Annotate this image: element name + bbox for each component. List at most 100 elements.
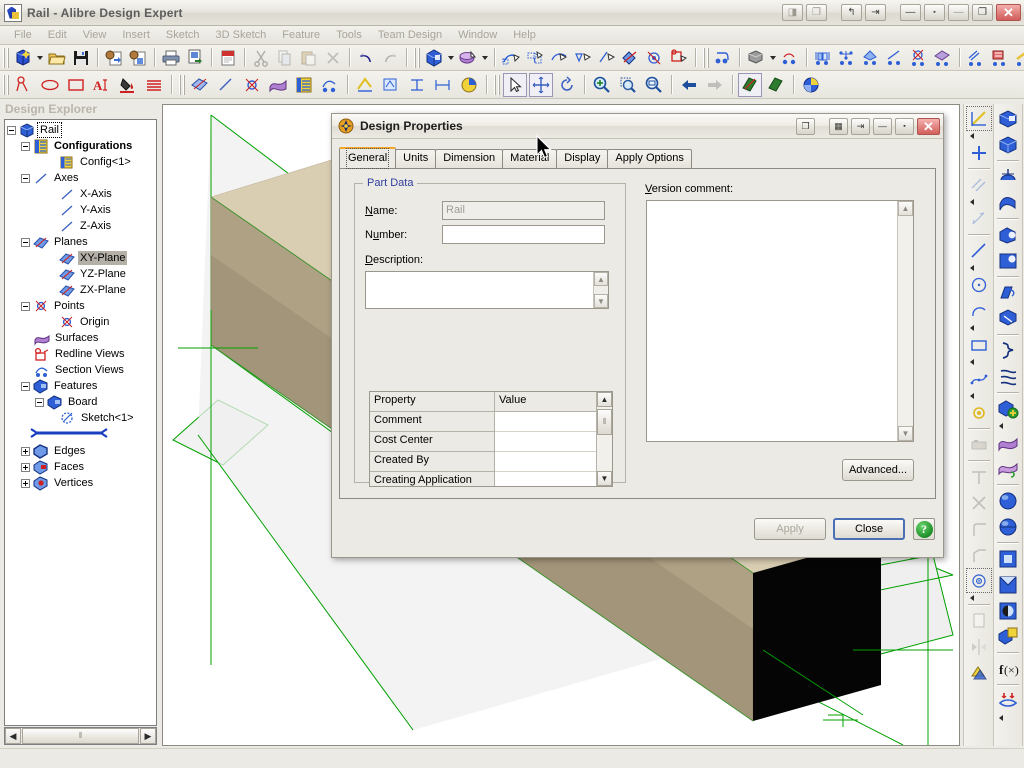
axis-select-icon[interactable] [214, 73, 238, 97]
open-icon[interactable] [46, 47, 68, 69]
mirror-sketch-icon[interactable] [966, 634, 992, 659]
scroll-up-arrow-icon[interactable]: ▲ [898, 201, 913, 216]
close-button[interactable]: ✕ [996, 4, 1021, 21]
section-view-icon[interactable] [318, 73, 342, 97]
design-explorer-tree[interactable]: Rail Configurations Config<1> Axes [4, 119, 157, 726]
tree-item-zx-plane[interactable]: ZX-Plane [7, 282, 156, 298]
sketch-dimension-icon[interactable] [431, 73, 455, 97]
palette-icon[interactable] [966, 432, 992, 457]
dimension-tool-icon[interactable] [966, 464, 992, 489]
maximize-button[interactable]: ❐ [972, 4, 993, 21]
sphere2-icon[interactable] [995, 514, 1021, 539]
menu-file[interactable]: File [6, 27, 40, 44]
chevron-right-icon[interactable] [966, 198, 992, 206]
undo-title-button[interactable]: ↰ [841, 4, 862, 21]
sketch-mode-icon[interactable] [353, 73, 377, 97]
plane-view-icon[interactable] [764, 73, 788, 97]
copy-sketch-icon[interactable] [966, 608, 992, 633]
help-button[interactable]: ? [913, 518, 935, 540]
origin-point-icon[interactable] [966, 400, 992, 425]
tree-item-vertices[interactable]: Vertices [7, 475, 156, 491]
tree-item-axes[interactable]: Axes [7, 170, 156, 186]
print-preview-icon[interactable] [184, 47, 206, 69]
version-comment-text[interactable] [647, 201, 897, 441]
sphere-icon[interactable] [995, 488, 1021, 513]
tree-toggle-features[interactable] [21, 382, 30, 391]
revolve-boss-icon[interactable] [995, 164, 1021, 189]
tree-item-config-1[interactable]: Config<1> [7, 154, 156, 170]
shell-tool-icon[interactable] [995, 248, 1021, 273]
offset-sketch-icon[interactable] [966, 660, 992, 685]
loft-cut-icon[interactable] [620, 47, 642, 69]
draft-icon[interactable] [668, 47, 690, 69]
tree-item-z-axis[interactable]: Z-Axis [7, 218, 156, 234]
split-view-button[interactable]: ◨ [782, 4, 803, 21]
tree-toggle-configurations[interactable] [21, 142, 30, 151]
activate-sketch-icon[interactable] [379, 73, 403, 97]
chevron-right-icon[interactable] [966, 132, 992, 140]
menu-insert[interactable]: Insert [114, 27, 158, 44]
cylinder-icon[interactable] [995, 598, 1021, 623]
number-field[interactable] [442, 225, 605, 244]
save-icon[interactable] [70, 47, 92, 69]
plane-select-icon[interactable] [188, 73, 212, 97]
menu-help[interactable]: Help [505, 27, 544, 44]
line-icon[interactable] [966, 238, 992, 263]
concentric-icon[interactable] [966, 568, 992, 593]
chevron-right-icon[interactable] [966, 392, 992, 400]
table-row[interactable]: Comment [370, 412, 596, 432]
menu-tools[interactable]: Tools [328, 27, 370, 44]
undo-icon[interactable] [355, 47, 377, 69]
box-feature-icon[interactable] [995, 546, 1021, 571]
tree-item-section-views[interactable]: Section Views [7, 362, 156, 378]
tree-item-y-axis[interactable]: Y-Axis [7, 202, 156, 218]
mirror-icon[interactable] [812, 47, 834, 69]
select-arrow-icon[interactable] [503, 73, 527, 97]
tree-toggle-vertices[interactable] [21, 479, 30, 488]
arc-icon[interactable] [966, 298, 992, 323]
tree-item-sketch-1[interactable]: Sketch<1> [7, 410, 156, 426]
description-scrollbar[interactable]: ▲ ▼ [593, 272, 608, 308]
offset-icon[interactable] [965, 47, 987, 69]
pattern-tool-icon[interactable] [995, 306, 1021, 331]
menu-edit[interactable]: Edit [40, 27, 75, 44]
scrollbar-thumb[interactable]: ⦀ [597, 409, 612, 435]
scroll-down-arrow-icon[interactable]: ▼ [594, 294, 608, 308]
toolbar-grip-3[interactable] [703, 48, 709, 68]
dialog-dot-button[interactable]: ▪ [895, 118, 914, 135]
minimize-button[interactable]: — [948, 4, 969, 21]
pattern-icon[interactable] [836, 47, 858, 69]
revolve-boss-icon[interactable] [457, 47, 479, 69]
dialog-close-button[interactable]: ✕ [917, 118, 940, 135]
boolean-icon[interactable] [995, 624, 1021, 649]
tree-item-xy-plane[interactable]: XY-Plane [7, 250, 156, 266]
property-value[interactable] [495, 452, 596, 472]
next-view-icon[interactable] [703, 73, 727, 97]
toolbar-grip[interactable] [3, 48, 9, 68]
menu-window[interactable]: Window [450, 27, 505, 44]
close-button[interactable]: Close [833, 518, 905, 540]
fill-icon[interactable] [116, 73, 140, 97]
chamfer-icon[interactable] [745, 47, 767, 69]
chevron-right-icon[interactable] [966, 358, 992, 366]
scrollbar-thumb[interactable]: ⦀ [22, 728, 139, 744]
fillet-corner-icon[interactable] [966, 516, 992, 541]
tab-apply-options[interactable]: Apply Options [607, 149, 691, 168]
tree-toggle-edges[interactable] [21, 447, 30, 456]
tree-toggle-board[interactable] [35, 398, 44, 407]
text-icon[interactable]: A [90, 73, 114, 97]
fillet-icon[interactable] [712, 47, 734, 69]
chevron-right-icon[interactable] [995, 714, 1021, 722]
rectangle-icon[interactable] [966, 332, 992, 357]
tree-toggle-planes[interactable] [21, 238, 30, 247]
zoom-window-icon[interactable] [616, 73, 640, 97]
helix-icon[interactable] [995, 338, 1021, 363]
point-icon[interactable] [908, 47, 930, 69]
extrude-dropdown-arrow[interactable] [446, 47, 456, 69]
tree-item-surfaces[interactable]: Surfaces [7, 330, 156, 346]
sweep-boss-icon[interactable] [500, 47, 522, 69]
tree-item-redline-views[interactable]: Redline Views [7, 346, 156, 362]
hatch-icon[interactable] [142, 73, 166, 97]
parallel-line-icon[interactable] [966, 172, 992, 197]
tree-item-planes[interactable]: Planes [7, 234, 156, 250]
